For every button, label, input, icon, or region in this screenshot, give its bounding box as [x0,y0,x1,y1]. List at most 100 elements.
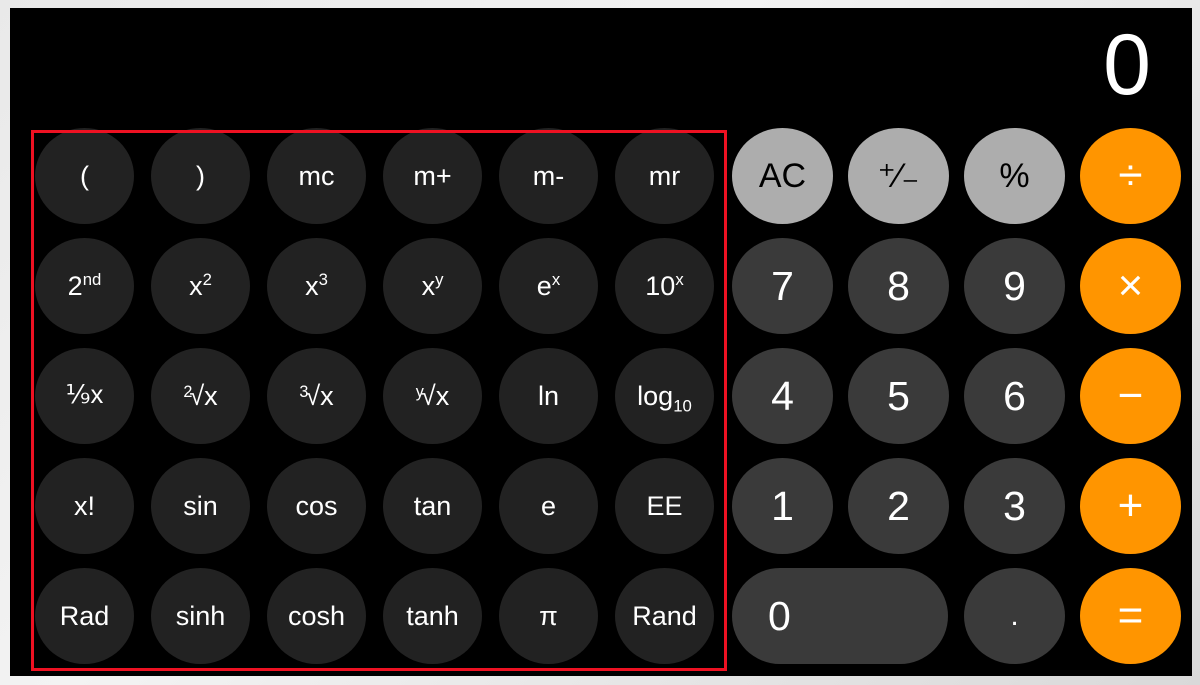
key-random-number[interactable]: Rand [615,568,714,664]
key-one-label: 1 [771,482,794,529]
key-square-root[interactable]: 2 √x [151,348,250,444]
key-memory-clear-label: mc [298,160,335,191]
key-reciprocal-label: ⅑x [65,381,104,410]
key-hyperbolic-sine-label: sinh [175,600,226,631]
key-memory-recall[interactable]: mr [615,128,714,224]
key-cosine-label: cos [295,490,338,521]
key-square-root-label: 2 √x [183,380,218,411]
key-natural-log[interactable]: ln [499,348,598,444]
key-two[interactable]: 2 [848,458,949,554]
key-factorial[interactable]: x! [35,458,134,554]
key-three[interactable]: 3 [964,458,1065,554]
key-y-root-of-x[interactable]: y √x [383,348,482,444]
key-all-clear[interactable]: AC [732,128,833,224]
key-divide[interactable]: ÷ [1080,128,1181,224]
key-eulers-number-label: e [540,490,557,521]
key-five-label: 5 [887,372,910,419]
key-tangent-label: tan [413,490,452,521]
key-four-label: 4 [771,372,794,419]
key-decimal-label: . [1010,599,1019,632]
key-three-label: 3 [1003,482,1026,529]
key-eight[interactable]: 8 [848,238,949,334]
key-x-to-the-y[interactable]: xy [383,238,482,334]
key-random-number-label: Rand [632,600,697,631]
key-memory-recall-label: mr [648,160,681,191]
key-hyperbolic-cosine-label: cosh [287,600,346,631]
plus-icon: + [1117,481,1144,530]
equals-icon: = [1117,591,1144,640]
key-memory-add[interactable]: m+ [383,128,482,224]
divide-icon: ÷ [1118,151,1143,200]
key-sine[interactable]: sin [151,458,250,554]
key-reciprocal[interactable]: ⅑x [35,348,134,444]
key-cube-root[interactable]: 3 √x [267,348,366,444]
key-two-label: 2 [887,482,910,529]
key-four[interactable]: 4 [732,348,833,444]
key-hyperbolic-cosine[interactable]: cosh [267,568,366,664]
key-zero[interactable]: 0 [732,568,948,664]
key-equals[interactable]: = [1080,568,1181,664]
key-natural-log-label: ln [537,380,559,411]
key-memory-subtract-label: m- [532,160,565,191]
key-log-base-ten[interactable]: log10 [615,348,714,444]
key-six[interactable]: 6 [964,348,1065,444]
key-e-to-the-x-label: ex [536,269,561,301]
key-percent-label: % [999,157,1030,195]
key-tangent[interactable]: tan [383,458,482,554]
key-open-paren[interactable]: ( [35,128,134,224]
key-seven[interactable]: 7 [732,238,833,334]
key-memory-clear[interactable]: mc [267,128,366,224]
key-multiply[interactable]: × [1080,238,1181,334]
minus-icon: − [1117,371,1144,420]
key-one[interactable]: 1 [732,458,833,554]
key-x-squared[interactable]: x2 [151,238,250,334]
key-nine[interactable]: 9 [964,238,1065,334]
calculator-surface: 0 ( ) mc m+ m- mr 2nd x2 x3 xy ex 10x ⅑x… [10,8,1192,676]
key-eulers-number[interactable]: e [499,458,598,554]
key-sign-toggle-label: ⁺⁄₋ [877,157,920,195]
key-ten-to-the-x-label: 10x [645,269,684,301]
multiply-icon: × [1117,261,1144,310]
key-seven-label: 7 [771,262,794,309]
key-cube-root-label: 3 √x [299,380,334,411]
key-hyperbolic-tangent[interactable]: tanh [383,568,482,664]
key-decimal[interactable]: . [964,568,1065,664]
calculator-window: 0 ( ) mc m+ m- mr 2nd x2 x3 xy ex 10x ⅑x… [0,0,1200,685]
key-y-root-of-x-label: y √x [415,380,450,411]
key-memory-add-label: m+ [413,160,452,191]
key-close-paren[interactable]: ) [151,128,250,224]
key-second-function-label: 2nd [67,269,102,301]
key-sign-toggle[interactable]: ⁺⁄₋ [848,128,949,224]
key-zero-label: 0 [768,592,791,639]
key-second-function[interactable]: 2nd [35,238,134,334]
key-x-cubed[interactable]: x3 [267,238,366,334]
key-sine-label: sin [183,490,218,521]
key-pi-constant-label: π [539,600,558,631]
key-all-clear-label: AC [758,157,807,195]
key-exponent-entry[interactable]: EE [615,458,714,554]
calculator-display: 0 [10,8,1192,120]
key-factorial-label: x! [73,490,95,521]
key-memory-subtract[interactable]: m- [499,128,598,224]
key-radians-toggle[interactable]: Rad [35,568,134,664]
key-eight-label: 8 [887,262,910,309]
key-subtract[interactable]: − [1080,348,1181,444]
key-add[interactable]: + [1080,458,1181,554]
key-five[interactable]: 5 [848,348,949,444]
key-cosine[interactable]: cos [267,458,366,554]
key-exponent-entry-label: EE [646,490,683,521]
key-hyperbolic-sine[interactable]: sinh [151,568,250,664]
keypad: ( ) mc m+ m- mr 2nd x2 x3 xy ex 10x ⅑x 2… [10,120,1192,676]
key-percent[interactable]: % [964,128,1065,224]
key-e-to-the-x[interactable]: ex [499,238,598,334]
key-six-label: 6 [1003,372,1026,419]
key-x-squared-label: x2 [189,269,212,301]
key-x-cubed-label: x3 [305,269,328,301]
key-hyperbolic-tangent-label: tanh [406,600,459,631]
key-nine-label: 9 [1003,262,1026,309]
key-ten-to-the-x[interactable]: 10x [615,238,714,334]
key-x-to-the-y-label: xy [421,269,444,301]
display-value: 0 [1103,17,1151,113]
key-pi-constant[interactable]: π [499,568,598,664]
key-log-base-ten-label: log10 [637,380,692,415]
